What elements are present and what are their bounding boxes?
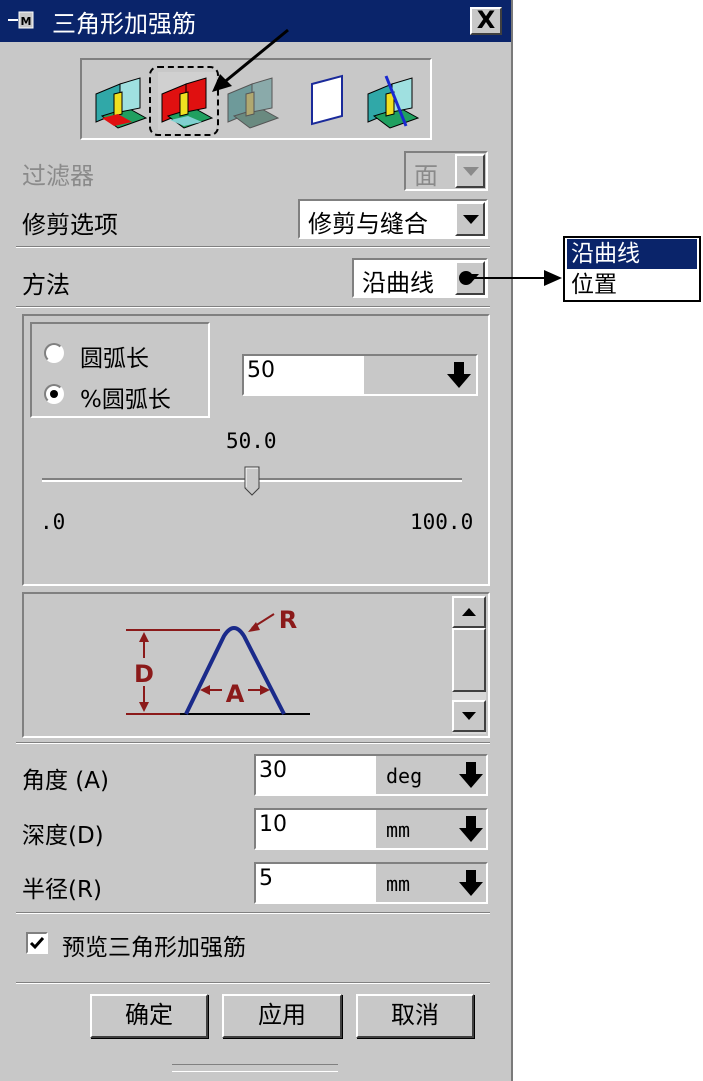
diagram-label-a: A	[226, 680, 245, 708]
separator	[16, 742, 490, 744]
preview-label: 预览三角形加强筋	[62, 935, 246, 961]
arrow-down-icon[interactable]	[446, 358, 472, 392]
chevron-down-icon	[455, 202, 485, 236]
resize-grip[interactable]	[172, 1064, 338, 1072]
arc-length-radio[interactable]	[44, 343, 64, 363]
method-option-along-curve[interactable]: 沿曲线	[567, 239, 697, 269]
rib-dimension-diagram: D A R	[126, 606, 310, 715]
separator	[16, 306, 490, 308]
trim-options-select[interactable]: 修剪与缝合	[298, 199, 488, 239]
arrow-up-icon	[462, 608, 476, 616]
filter-value: 面	[414, 162, 438, 190]
trim-options-label: 修剪选项	[22, 211, 118, 239]
separator	[16, 982, 490, 984]
svg-text:M: M	[21, 15, 32, 28]
window-title: 三角形加强筋	[52, 10, 196, 38]
scroll-thumb[interactable]	[452, 628, 486, 692]
apply-button[interactable]: 应用	[222, 994, 342, 1038]
window-menu-icon[interactable]: M	[8, 9, 42, 31]
arrow-down-icon	[462, 712, 476, 720]
depth-label: 深度(D)	[22, 823, 104, 849]
method-options-list: 沿曲线 位置	[563, 236, 701, 302]
slider-value-text: 50.0	[226, 429, 277, 453]
checkmark-icon	[29, 937, 45, 950]
method-value: 沿曲线	[362, 269, 434, 297]
chevron-down-icon	[455, 261, 485, 295]
slider-max-label: 100.0	[410, 510, 474, 534]
position-value: 50	[247, 358, 275, 383]
angle-label: 角度 (A)	[22, 768, 109, 794]
radius-label: 半径(R)	[22, 877, 102, 903]
method-option-position[interactable]: 位置	[567, 270, 697, 300]
close-button[interactable]: X	[470, 7, 502, 35]
trim-options-value: 修剪与缝合	[308, 210, 428, 238]
slider-min-label: .0	[40, 510, 66, 534]
scroll-up-button[interactable]	[452, 596, 486, 628]
arrow-down-icon[interactable]	[458, 866, 484, 900]
pct-arc-length-label: %圆弧长	[80, 387, 171, 413]
cancel-button[interactable]: 取消	[356, 994, 474, 1038]
arrow-down-icon[interactable]	[458, 758, 484, 792]
arc-length-label: 圆弧长	[80, 346, 149, 372]
title-bar[interactable]: M 三角形加强筋 X	[0, 0, 511, 42]
diagram-label-r: R	[279, 606, 297, 634]
close-icon: X	[476, 6, 496, 34]
depth-unit: mm	[386, 818, 411, 842]
filter-label: 过滤器	[22, 162, 94, 190]
angle-unit: deg	[386, 764, 423, 788]
diagram-label-d: D	[134, 660, 154, 688]
diagram-scrollbar[interactable]	[452, 596, 486, 734]
method-label: 方法	[22, 271, 70, 299]
scroll-down-button[interactable]	[452, 700, 486, 732]
preview-checkbox[interactable]	[26, 932, 48, 954]
depth-value: 10	[259, 812, 287, 837]
method-select[interactable]: 沿曲线	[352, 258, 488, 298]
slider-thumb[interactable]	[244, 466, 260, 496]
position-value-field[interactable]: 50	[242, 354, 478, 396]
separator	[16, 912, 490, 914]
selected-tool-highlight	[149, 66, 219, 136]
angle-value: 30	[259, 758, 287, 783]
separator	[16, 246, 490, 248]
plane-icon[interactable]	[298, 72, 356, 130]
filter-select[interactable]: 面	[404, 151, 488, 191]
radius-value: 5	[259, 866, 273, 891]
arrow-down-icon[interactable]	[458, 812, 484, 846]
rib-type-toolbar	[80, 58, 432, 140]
chevron-down-icon	[455, 154, 485, 188]
angle-field[interactable]: 30 deg	[254, 754, 488, 796]
dialog-window: M 三角形加强筋 X 过滤器 面 修剪选项 修剪与缝合 方法 沿曲线 圆弧长 %…	[0, 0, 513, 1081]
rib-by-plane-icon[interactable]	[364, 72, 422, 130]
rib-on-faces-icon[interactable]	[92, 72, 150, 130]
pct-arc-length-radio[interactable]	[44, 384, 64, 404]
radius-field[interactable]: 5 mm	[254, 862, 488, 904]
depth-field[interactable]: 10 mm	[254, 808, 488, 850]
rib-gray-icon[interactable]	[224, 72, 282, 130]
radius-unit: mm	[386, 872, 411, 896]
ok-button[interactable]: 确定	[90, 994, 208, 1038]
